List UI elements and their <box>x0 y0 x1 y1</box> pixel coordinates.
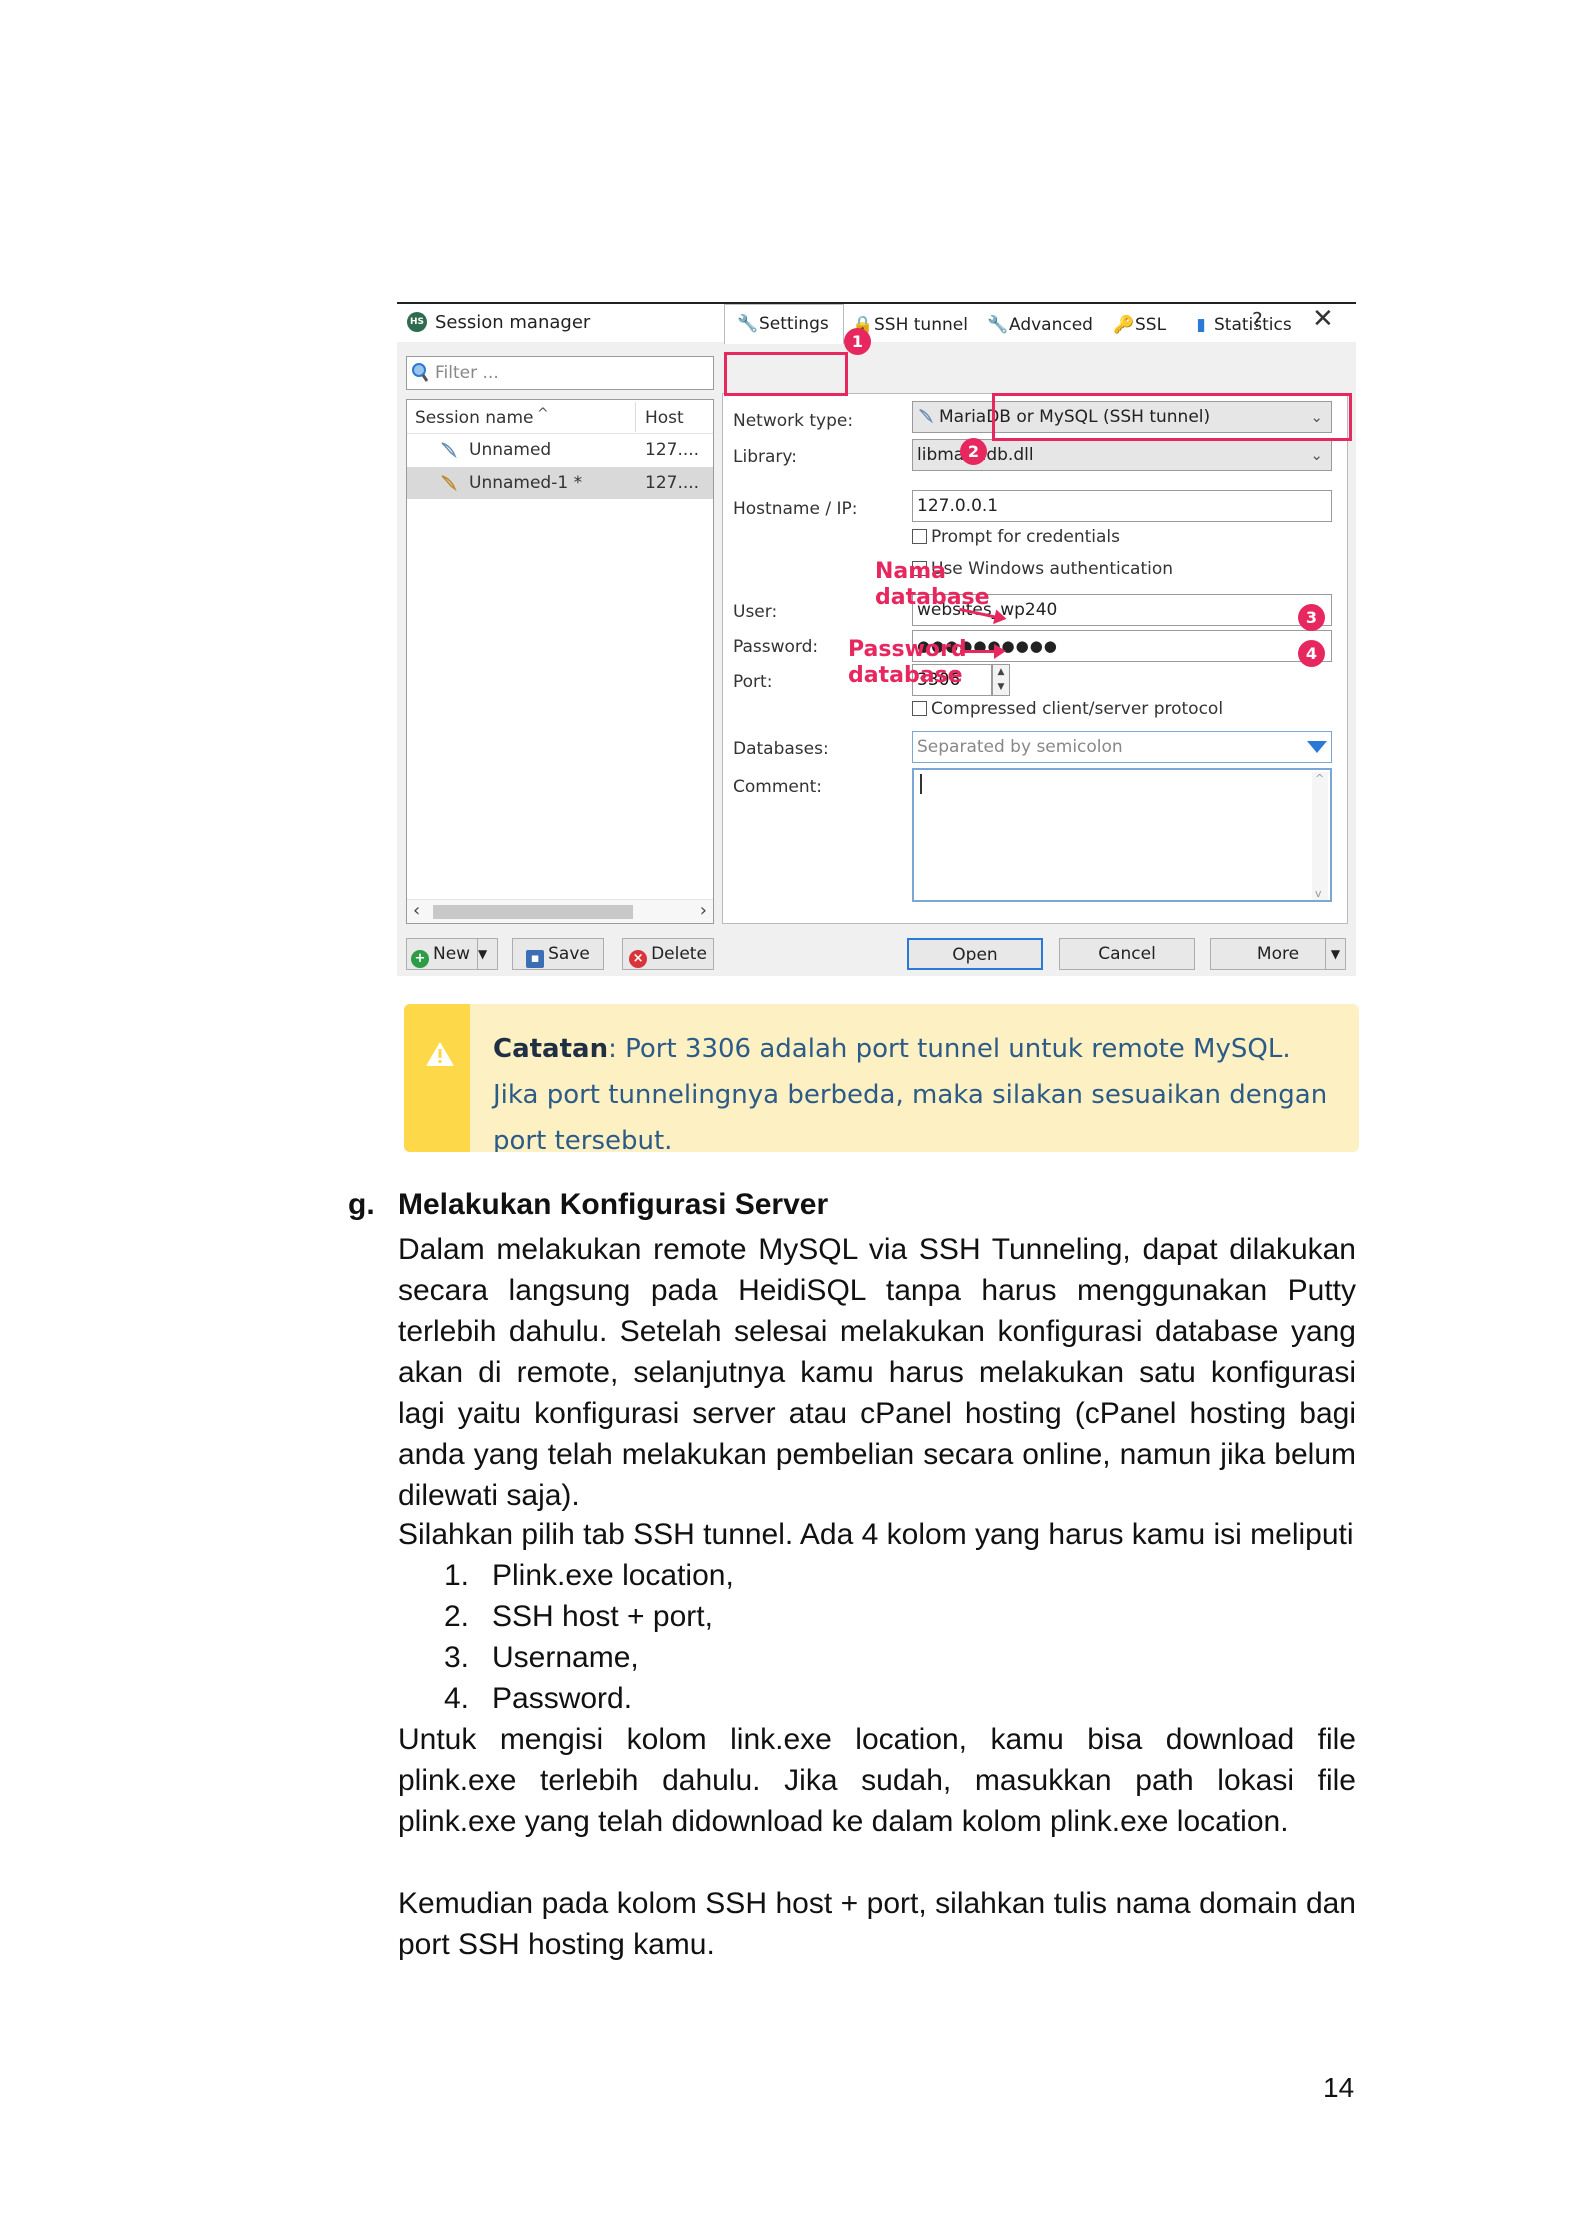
vertical-scrollbar[interactable]: ^ v <box>1312 772 1328 900</box>
tab-ssl[interactable]: 🔑SSL <box>1113 308 1166 342</box>
label-user: User: <box>733 602 778 622</box>
callout-text: Catatan: Port 3306 adalah port tunnel un… <box>493 1034 1328 1152</box>
filter-input[interactable]: Filter ... <box>406 356 714 390</box>
scroll-right-icon[interactable]: › <box>700 900 707 921</box>
paragraph-1: Dalam melakukan remote MySQL via SSH Tun… <box>398 1233 1356 1512</box>
port-stepper[interactable]: ▲ ▼ <box>992 664 1010 696</box>
session-manager-screenshot: HS Session manager ? ✕ Filter ... Sessio… <box>397 302 1356 976</box>
label-databases: Databases: <box>733 739 829 759</box>
scroll-left-icon[interactable]: ‹ <box>413 900 420 921</box>
wrench-icon: 🔧 <box>737 314 759 334</box>
label-library: Library: <box>733 447 797 467</box>
new-dropdown-icon[interactable]: ▼ <box>477 939 497 969</box>
list-item: 1. Plink.exe location, <box>444 1559 734 1592</box>
session-row-selected[interactable]: Unnamed-1 * 127.... <box>407 467 713 499</box>
tab-settings[interactable]: 🔧Settings <box>724 304 844 344</box>
annotation-nama-database: Nama database <box>875 559 990 610</box>
cancel-button[interactable]: Cancel <box>1059 938 1195 970</box>
heidisql-app-icon: HS <box>407 312 427 332</box>
horizontal-scrollbar[interactable]: ‹ › <box>407 899 713 923</box>
section-letter: g. <box>348 1188 375 1221</box>
save-icon: ▪ <box>526 950 545 968</box>
more-dropdown-icon[interactable]: ▼ <box>1325 939 1345 969</box>
badge-1: 1 <box>844 328 871 355</box>
paragraph-3: Untuk mengisi kolom link.exe location, k… <box>398 1723 1356 1838</box>
badge-3: 3 <box>1298 604 1325 631</box>
databases-input[interactable]: Separated by semicolon <box>912 731 1332 763</box>
comment-textarea[interactable]: ^ v <box>912 768 1332 902</box>
session-host: 127.... <box>645 440 700 460</box>
save-button[interactable]: ▪ Save <box>512 938 604 970</box>
label-comment: Comment: <box>733 777 823 797</box>
tab-statistics[interactable]: ▮ Statistics <box>1192 308 1291 342</box>
highlight-settings-tab <box>724 352 848 396</box>
note-callout: Catatan: Port 3306 adalah port tunnel un… <box>404 1004 1359 1152</box>
delete-icon: × <box>629 950 648 968</box>
warning-icon <box>426 1042 454 1066</box>
window-title: Session manager <box>435 312 591 333</box>
list-item: 2. SSH host + port, <box>444 1600 713 1633</box>
bar-chart-icon: ▮ <box>1196 315 1206 335</box>
paragraph-4: Kemudian pada kolom SSH host + port, sil… <box>398 1887 1356 1961</box>
prompt-credentials-checkbox[interactable]: Prompt for credentials <box>912 527 1120 547</box>
new-button[interactable]: + New ▼ <box>406 938 498 970</box>
callout-label: Catatan <box>493 1034 609 1064</box>
dolphin-icon <box>919 409 933 424</box>
paragraph-2: Silahkan pilih tab SSH tunnel. Ada 4 kol… <box>398 1518 1354 1551</box>
close-icon[interactable]: ✕ <box>1312 304 1334 334</box>
plus-icon: + <box>411 950 429 968</box>
open-button[interactable]: Open <box>907 938 1043 970</box>
dropdown-arrow-icon[interactable] <box>1307 741 1327 753</box>
badge-2: 2 <box>960 438 987 465</box>
chevron-up-icon: ▲ <box>997 667 1005 677</box>
column-host[interactable]: Host <box>645 408 684 428</box>
column-session-name[interactable]: Session name <box>415 408 533 428</box>
wrench-icon: 🔧 <box>987 315 1009 335</box>
arrow-to-password <box>960 644 1006 659</box>
compressed-protocol-checkbox[interactable]: Compressed client/server protocol <box>912 699 1223 719</box>
scroll-thumb[interactable] <box>433 905 633 919</box>
hostname-input[interactable]: 127.0.0.1 <box>912 490 1332 522</box>
field-list: 1. Plink.exe location, 2. SSH host + port,… <box>444 1555 734 1719</box>
badge-4: 4 <box>1298 640 1325 667</box>
section-title: Melakukan Konfigurasi Server <box>398 1188 829 1221</box>
key-icon: 🔑 <box>1113 315 1135 335</box>
label-network-type: Network type: <box>733 411 854 431</box>
dolphin-icon <box>441 442 457 459</box>
more-button[interactable]: More ▼ <box>1210 938 1346 970</box>
session-list-header: Session name ^ Host <box>407 400 713 434</box>
highlight-network-type <box>992 393 1352 441</box>
delete-button[interactable]: × Delete <box>622 938 714 970</box>
settings-panel: Network type: MariaDB or MySQL (SSH tunn… <box>722 393 1348 924</box>
tab-advanced[interactable]: 🔧Advanced <box>987 308 1093 342</box>
label-password: Password: <box>733 637 819 657</box>
page-number: 14 <box>1323 2072 1355 2103</box>
label-port: Port: <box>733 672 773 692</box>
session-row[interactable]: Unnamed 127.... <box>407 434 713 466</box>
session-name: Unnamed <box>469 440 552 460</box>
session-host: 127.... <box>645 473 700 493</box>
session-list[interactable]: Session name ^ Host Unnamed 127.... Unna… <box>406 399 714 924</box>
search-icon <box>412 363 429 382</box>
list-item: 3. Username, <box>444 1641 639 1674</box>
list-item: 4. Password. <box>444 1682 633 1715</box>
chevron-down-icon: ▼ <box>997 682 1005 692</box>
annotation-password-database: Password database <box>848 637 967 688</box>
chevron-down-icon: ⌄ <box>1310 446 1323 464</box>
filter-placeholder: Filter ... <box>435 363 499 383</box>
password-input[interactable]: ●●●●●●●●●● <box>912 630 1332 662</box>
session-name: Unnamed-1 * <box>469 473 583 493</box>
label-hostname: Hostname / IP: <box>733 499 858 519</box>
callout-bar <box>404 1004 470 1152</box>
dolphin-icon <box>441 475 457 492</box>
sort-asc-icon: ^ <box>537 406 549 422</box>
